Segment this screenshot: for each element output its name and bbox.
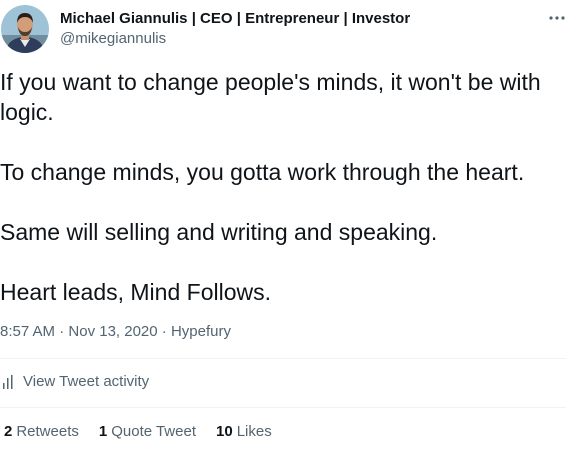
tweet-text: If you want to change people's minds, it… bbox=[0, 67, 566, 307]
tweet-paragraph: Same will selling and writing and speaki… bbox=[0, 219, 438, 245]
more-icon[interactable] bbox=[549, 8, 565, 24]
tweet-paragraph: To change minds, you gotta work through … bbox=[0, 159, 525, 185]
view-activity-label: View Tweet activity bbox=[23, 373, 150, 390]
meta-separator: · bbox=[59, 323, 65, 340]
author-display-name[interactable]: Michael Giannulis | CEO | Entrepreneur |… bbox=[60, 10, 410, 28]
tweet-date[interactable]: Nov 13, 2020 bbox=[68, 323, 157, 340]
quotes-label: Quote Tweet bbox=[111, 423, 196, 440]
tweet-stats: 2 Retweets 1 Quote Tweet 10 Likes bbox=[4, 422, 292, 442]
tweet-time[interactable]: 8:57 AM bbox=[0, 323, 55, 340]
tweet-meta: 8:57 AM · Nov 13, 2020 · Hypefury bbox=[0, 322, 231, 342]
quotes-count: 1 bbox=[98, 423, 108, 440]
retweets-stat[interactable]: 2 Retweets bbox=[4, 422, 79, 442]
retweets-label: Retweets bbox=[16, 423, 79, 440]
quotes-stat[interactable]: 1 Quote Tweet bbox=[99, 422, 196, 442]
view-activity-link[interactable]: View Tweet activity bbox=[3, 372, 149, 392]
tweet-source[interactable]: Hypefury bbox=[171, 323, 231, 340]
more-horizontal-icon bbox=[549, 16, 565, 20]
likes-stat[interactable]: 10 Likes bbox=[216, 422, 272, 442]
tweet-paragraph: Heart leads, Mind Follows. bbox=[0, 279, 271, 305]
bar-chart-icon bbox=[3, 375, 13, 389]
likes-count: 10 bbox=[216, 423, 233, 440]
author-block: Michael Giannulis | CEO | Entrepreneur |… bbox=[60, 10, 410, 49]
retweets-count: 2 bbox=[4, 423, 13, 440]
divider bbox=[0, 407, 566, 408]
divider bbox=[0, 358, 566, 359]
tweet-paragraph: If you want to change people's minds, it… bbox=[0, 69, 541, 125]
author-handle[interactable]: @mikegiannulis bbox=[60, 29, 410, 49]
likes-label: Likes bbox=[236, 423, 272, 440]
meta-separator: · bbox=[161, 323, 167, 340]
avatar[interactable] bbox=[1, 5, 49, 53]
profile-photo bbox=[1, 5, 49, 53]
